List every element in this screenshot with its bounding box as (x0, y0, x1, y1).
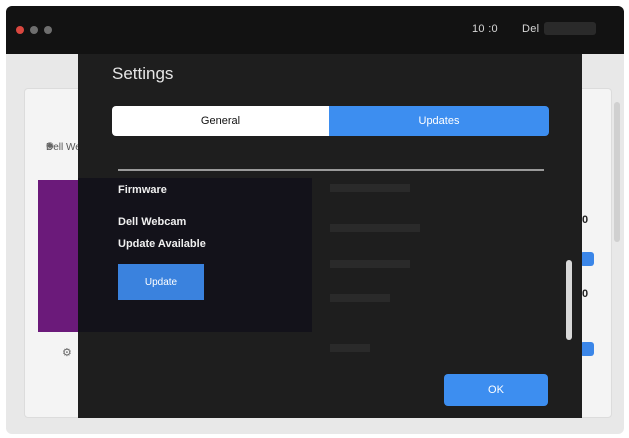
settings-tabs: General Updates (112, 106, 549, 136)
minimize-window-button[interactable] (30, 26, 38, 34)
zoom-window-button[interactable] (44, 26, 52, 34)
ghost-row (330, 344, 370, 352)
user-name: Del (522, 23, 540, 35)
update-button[interactable]: Update (118, 264, 204, 300)
background-settings-icon: ⚙ (62, 347, 72, 359)
background-value-2: 0 (582, 288, 589, 300)
tab-updates[interactable]: Updates (329, 106, 549, 136)
user-name-blur (544, 22, 596, 35)
settings-dialog: Settings General Updates Firmware Dell W… (78, 54, 582, 418)
ghost-row (330, 294, 390, 302)
ghost-row (330, 224, 420, 232)
title-bar: 10 :0 Del (6, 6, 624, 54)
firmware-panel (78, 178, 312, 332)
ok-button[interactable]: OK (444, 374, 548, 406)
background-scrollbar[interactable] (614, 102, 620, 242)
background-camera-icon: ◉ (46, 140, 54, 150)
clock-text: 10 :0 (472, 23, 498, 35)
firmware-device-name: Dell Webcam (118, 216, 187, 228)
dialog-title: Settings (112, 64, 174, 83)
close-window-button[interactable] (16, 26, 24, 34)
background-toggle-2[interactable] (580, 342, 594, 356)
background-toggle-1[interactable] (580, 252, 594, 266)
background-value-1: 0 (582, 214, 589, 226)
firmware-status: Update Available (118, 238, 206, 250)
firmware-heading: Firmware (118, 184, 167, 196)
ghost-row (330, 260, 410, 268)
app-window: 10 :0 Del Dell Webcam 0 0 ⚙ ◉ Settings G… (6, 6, 624, 434)
tab-general[interactable]: General (112, 106, 329, 136)
dialog-scrollbar[interactable] (566, 260, 572, 340)
section-divider (118, 169, 544, 171)
ghost-row (330, 184, 410, 192)
